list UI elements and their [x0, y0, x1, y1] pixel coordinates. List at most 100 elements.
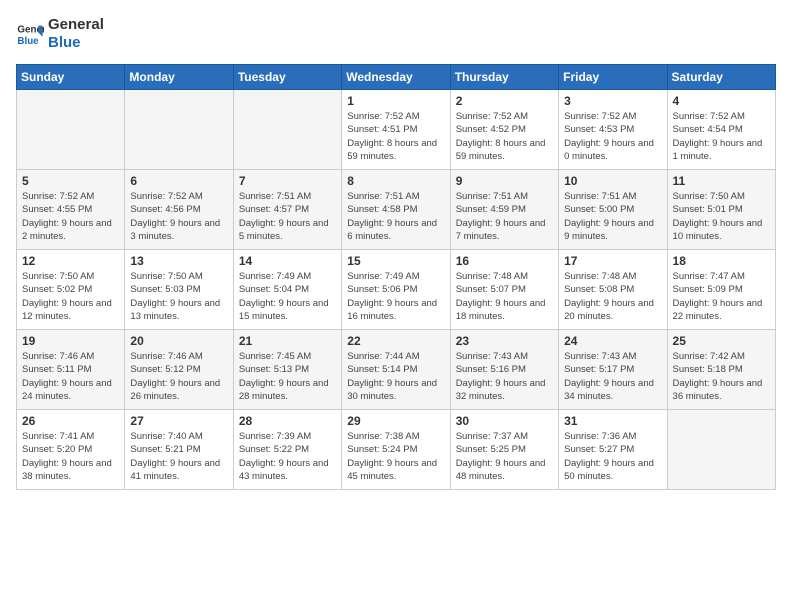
cell-text: Sunset: 5:04 PM — [239, 283, 336, 296]
calendar-cell: 10Sunrise: 7:51 AMSunset: 5:00 PMDayligh… — [559, 170, 667, 250]
calendar-cell: 14Sunrise: 7:49 AMSunset: 5:04 PMDayligh… — [233, 250, 341, 330]
calendar-cell: 11Sunrise: 7:50 AMSunset: 5:01 PMDayligh… — [667, 170, 775, 250]
cell-text: Sunrise: 7:44 AM — [347, 350, 444, 363]
cell-text: Sunset: 5:02 PM — [22, 283, 119, 296]
cell-text: Sunrise: 7:50 AM — [22, 270, 119, 283]
cell-text: Sunrise: 7:48 AM — [564, 270, 661, 283]
day-number: 26 — [22, 414, 119, 428]
day-number: 13 — [130, 254, 227, 268]
cell-text: Daylight: 9 hours and 28 minutes. — [239, 377, 336, 404]
day-number: 8 — [347, 174, 444, 188]
cell-text: Sunrise: 7:51 AM — [456, 190, 553, 203]
calendar-cell — [125, 90, 233, 170]
cell-text: Sunset: 5:25 PM — [456, 443, 553, 456]
day-number: 14 — [239, 254, 336, 268]
cell-text: Sunrise: 7:41 AM — [22, 430, 119, 443]
calendar-week-2: 5Sunrise: 7:52 AMSunset: 4:55 PMDaylight… — [17, 170, 776, 250]
cell-text: Sunrise: 7:51 AM — [564, 190, 661, 203]
cell-text: Sunrise: 7:38 AM — [347, 430, 444, 443]
calendar-week-3: 12Sunrise: 7:50 AMSunset: 5:02 PMDayligh… — [17, 250, 776, 330]
cell-text: Daylight: 9 hours and 12 minutes. — [22, 297, 119, 324]
cell-text: Sunset: 5:07 PM — [456, 283, 553, 296]
calendar-cell: 2Sunrise: 7:52 AMSunset: 4:52 PMDaylight… — [450, 90, 558, 170]
cell-text: Daylight: 9 hours and 45 minutes. — [347, 457, 444, 484]
day-number: 31 — [564, 414, 661, 428]
calendar-cell: 31Sunrise: 7:36 AMSunset: 5:27 PMDayligh… — [559, 410, 667, 490]
calendar-cell: 13Sunrise: 7:50 AMSunset: 5:03 PMDayligh… — [125, 250, 233, 330]
calendar-cell: 3Sunrise: 7:52 AMSunset: 4:53 PMDaylight… — [559, 90, 667, 170]
calendar-cell: 1Sunrise: 7:52 AMSunset: 4:51 PMDaylight… — [342, 90, 450, 170]
cell-text: Sunrise: 7:40 AM — [130, 430, 227, 443]
cell-text: Sunset: 5:00 PM — [564, 203, 661, 216]
cell-text: Daylight: 9 hours and 41 minutes. — [130, 457, 227, 484]
cell-text: Sunrise: 7:52 AM — [22, 190, 119, 203]
cell-text: Sunset: 4:52 PM — [456, 123, 553, 136]
day-number: 2 — [456, 94, 553, 108]
cell-text: Daylight: 9 hours and 50 minutes. — [564, 457, 661, 484]
calendar-cell: 28Sunrise: 7:39 AMSunset: 5:22 PMDayligh… — [233, 410, 341, 490]
day-number: 7 — [239, 174, 336, 188]
day-number: 19 — [22, 334, 119, 348]
day-number: 15 — [347, 254, 444, 268]
calendar-cell: 4Sunrise: 7:52 AMSunset: 4:54 PMDaylight… — [667, 90, 775, 170]
cell-text: Sunset: 5:21 PM — [130, 443, 227, 456]
calendar-cell: 9Sunrise: 7:51 AMSunset: 4:59 PMDaylight… — [450, 170, 558, 250]
day-number: 18 — [673, 254, 770, 268]
day-number: 25 — [673, 334, 770, 348]
calendar-cell: 30Sunrise: 7:37 AMSunset: 5:25 PMDayligh… — [450, 410, 558, 490]
day-header-thursday: Thursday — [450, 65, 558, 90]
calendar-cell: 18Sunrise: 7:47 AMSunset: 5:09 PMDayligh… — [667, 250, 775, 330]
cell-text: Sunset: 4:55 PM — [22, 203, 119, 216]
cell-text: Sunset: 5:09 PM — [673, 283, 770, 296]
cell-text: Daylight: 8 hours and 59 minutes. — [347, 137, 444, 164]
calendar-cell: 26 Sunrise: 7:41 AMSunset: 5:20 PMDayligh… — [17, 410, 125, 490]
cell-text: Sunrise: 7:52 AM — [456, 110, 553, 123]
cell-text: Daylight: 9 hours and 3 minutes. — [130, 217, 227, 244]
cell-text: Daylight: 9 hours and 24 minutes. — [22, 377, 119, 404]
logo-text: General Blue — [48, 16, 104, 52]
cell-text: Sunrise: 7:52 AM — [347, 110, 444, 123]
day-number: 12 — [22, 254, 119, 268]
day-header-tuesday: Tuesday — [233, 65, 341, 90]
day-number: 27 — [130, 414, 227, 428]
day-number: 29 — [347, 414, 444, 428]
day-number: 24 — [564, 334, 661, 348]
cell-text: Daylight: 9 hours and 20 minutes. — [564, 297, 661, 324]
cell-text: Sunset: 5:17 PM — [564, 363, 661, 376]
cell-text: Daylight: 9 hours and 9 minutes. — [564, 217, 661, 244]
day-header-saturday: Saturday — [667, 65, 775, 90]
calendar-cell: 17Sunrise: 7:48 AMSunset: 5:08 PMDayligh… — [559, 250, 667, 330]
cell-text: Daylight: 9 hours and 43 minutes. — [239, 457, 336, 484]
day-header-sunday: Sunday — [17, 65, 125, 90]
day-number: 11 — [673, 174, 770, 188]
calendar-cell: 22Sunrise: 7:44 AMSunset: 5:14 PMDayligh… — [342, 330, 450, 410]
cell-text: Sunset: 5:08 PM — [564, 283, 661, 296]
calendar-cell: 20Sunrise: 7:46 AMSunset: 5:12 PMDayligh… — [125, 330, 233, 410]
cell-text: Daylight: 9 hours and 7 minutes. — [456, 217, 553, 244]
day-number: 6 — [130, 174, 227, 188]
cell-text: Sunrise: 7:50 AM — [673, 190, 770, 203]
day-header-monday: Monday — [125, 65, 233, 90]
cell-text: Sunrise: 7:52 AM — [130, 190, 227, 203]
cell-text: Daylight: 9 hours and 22 minutes. — [673, 297, 770, 324]
cell-text: Sunrise: 7:51 AM — [239, 190, 336, 203]
cell-text: Daylight: 9 hours and 0 minutes. — [564, 137, 661, 164]
cell-text: Sunrise: 7:51 AM — [347, 190, 444, 203]
cell-text: Sunrise: 7:52 AM — [673, 110, 770, 123]
calendar-cell: 19Sunrise: 7:46 AMSunset: 5:11 PMDayligh… — [17, 330, 125, 410]
day-header-friday: Friday — [559, 65, 667, 90]
calendar-cell: 7Sunrise: 7:51 AMSunset: 4:57 PMDaylight… — [233, 170, 341, 250]
cell-text: Sunset: 4:51 PM — [347, 123, 444, 136]
cell-text: Sunset: 4:57 PM — [239, 203, 336, 216]
day-number: 20 — [130, 334, 227, 348]
cell-text: Sunset: 4:59 PM — [456, 203, 553, 216]
calendar-cell — [17, 90, 125, 170]
header-row: SundayMondayTuesdayWednesdayThursdayFrid… — [17, 65, 776, 90]
calendar-week-5: 26Sunrise: 7:41 AMSunset: 5:20 PMDayligh… — [17, 410, 776, 490]
calendar-cell — [233, 90, 341, 170]
cell-text: Sunset: 5:20 PM — [22, 443, 119, 456]
cell-text: Sunrise: 7:48 AM — [456, 270, 553, 283]
day-header-wednesday: Wednesday — [342, 65, 450, 90]
cell-text: Daylight: 9 hours and 38 minutes. — [22, 457, 119, 484]
day-number: 23 — [456, 334, 553, 348]
